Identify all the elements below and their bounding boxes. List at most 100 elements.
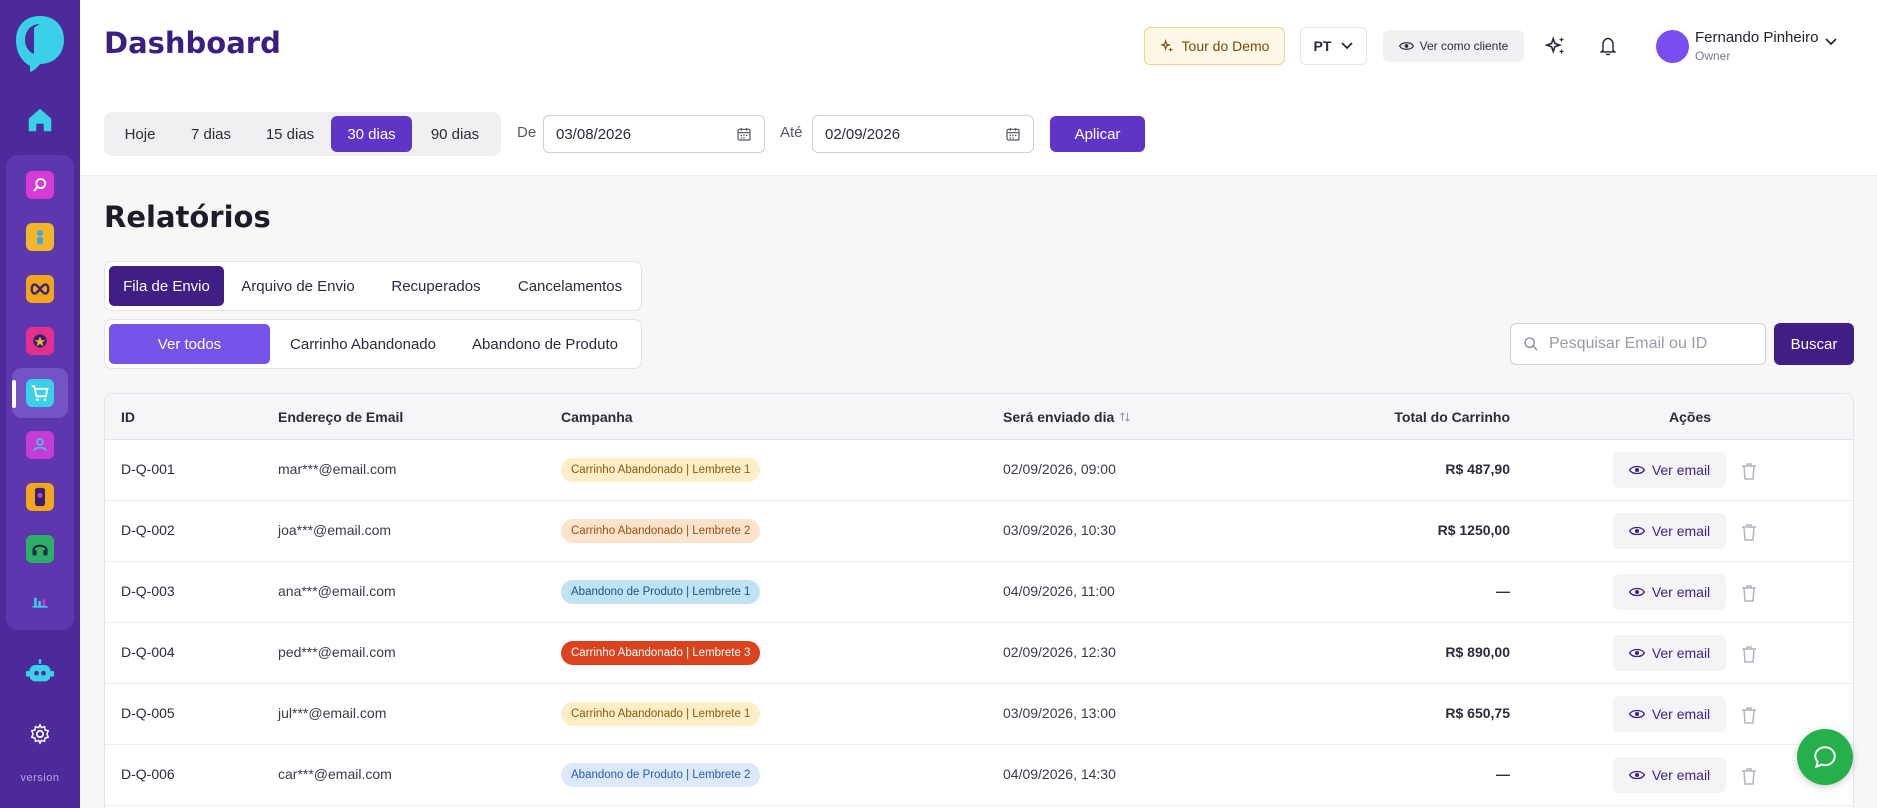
- language-label: PT: [1313, 38, 1332, 54]
- view-email-label: Ver email: [1651, 523, 1711, 539]
- view-email-label: Ver email: [1651, 584, 1711, 600]
- search-button[interactable]: Buscar: [1774, 323, 1854, 365]
- table-row: D-Q-002 joa***@email.com Carrinho Abando…: [105, 501, 1853, 562]
- trash-icon[interactable]: [1741, 645, 1757, 663]
- row-id: D-Q-001: [121, 461, 175, 477]
- language-select[interactable]: PT: [1300, 27, 1367, 65]
- gear-icon: [30, 723, 50, 745]
- table-row: D-Q-001 mar***@email.com Carrinho Abando…: [105, 440, 1853, 501]
- campaign-badge: Carrinho Abandonado | Lembrete 1: [561, 458, 761, 482]
- nav-search[interactable]: [25, 170, 55, 200]
- campaign-badge: Abandono de Produto | Lembrete 1: [561, 580, 761, 604]
- range-90-days[interactable]: 90 dias: [414, 116, 496, 152]
- row-cart-total: R$ 487,90: [1445, 461, 1510, 477]
- from-label: De: [517, 124, 537, 141]
- to-date-value: 02/09/2026: [825, 125, 901, 143]
- row-id: D-Q-006: [121, 766, 175, 782]
- row-cart-total: R$ 650,75: [1445, 705, 1510, 721]
- table-header: ID Endereço de Email Campanha Será envia…: [105, 394, 1853, 440]
- row-send-date: 03/09/2026, 13:00: [1003, 705, 1116, 721]
- row-cart-total: R$ 890,00: [1445, 644, 1510, 660]
- view-email-button[interactable]: Ver email: [1613, 757, 1726, 793]
- search-input[interactable]: Pesquisar Email ou ID: [1510, 323, 1766, 365]
- ai-button[interactable]: [1542, 32, 1570, 60]
- trash-icon[interactable]: [1741, 523, 1757, 541]
- column-cart-total: Total do Carrinho: [1394, 409, 1510, 425]
- notifications-button[interactable]: [1594, 32, 1622, 60]
- view-email-button[interactable]: Ver email: [1613, 452, 1726, 488]
- trash-icon[interactable]: [1741, 584, 1757, 602]
- view-email-button[interactable]: Ver email: [1613, 635, 1726, 671]
- view-email-label: Ver email: [1651, 462, 1711, 478]
- apply-button[interactable]: Aplicar: [1050, 116, 1145, 152]
- view-email-label: Ver email: [1651, 767, 1711, 783]
- sort-icon: [1120, 412, 1131, 422]
- range-today[interactable]: Hoje: [108, 116, 172, 152]
- user-icon: [26, 431, 54, 459]
- calendar-icon: [737, 128, 751, 141]
- view-email-button[interactable]: Ver email: [1613, 513, 1726, 549]
- user-name[interactable]: Fernando Pinheiro: [1695, 29, 1818, 46]
- view-email-button[interactable]: Ver email: [1613, 696, 1726, 732]
- column-campaign: Campanha: [561, 409, 633, 425]
- chat-button[interactable]: [1797, 729, 1853, 785]
- eye-icon: [1628, 465, 1645, 475]
- trash-icon[interactable]: [1741, 767, 1757, 785]
- from-date-field[interactable]: 03/08/2026: [543, 115, 765, 153]
- nav-person[interactable]: [25, 222, 55, 252]
- view-email-button[interactable]: Ver email: [1613, 574, 1726, 610]
- eye-icon: [1398, 42, 1414, 50]
- nav-infinity[interactable]: [25, 274, 55, 304]
- tab-send-archive[interactable]: Arquivo de Envio: [227, 266, 369, 306]
- table-row: D-Q-005 jul***@email.com Carrinho Abando…: [105, 684, 1853, 745]
- table-row: D-Q-006 car***@email.com Abandono de Pro…: [105, 745, 1853, 806]
- phone-icon: [26, 483, 54, 511]
- row-send-date: 03/09/2026, 10:30: [1003, 522, 1116, 538]
- star-icon: [26, 327, 54, 355]
- view-as-client-button[interactable]: Ver como cliente: [1383, 30, 1524, 62]
- nav-robot[interactable]: [24, 656, 56, 688]
- row-email: ped***@email.com: [278, 644, 396, 660]
- campaign-badge: Carrinho Abandonado | Lembrete 2: [561, 519, 761, 543]
- tour-button[interactable]: Tour do Demo: [1144, 27, 1285, 65]
- infinity-icon: [26, 275, 54, 303]
- row-email: jul***@email.com: [278, 705, 387, 721]
- filter-all[interactable]: Ver todos: [109, 324, 270, 364]
- filter-product-abandon[interactable]: Abandono de Produto: [455, 324, 635, 364]
- column-send-date[interactable]: Será enviado dia: [1003, 409, 1131, 425]
- nav-cart[interactable]: [12, 368, 68, 418]
- tab-cancellations[interactable]: Cancelamentos: [503, 266, 637, 306]
- row-cart-total: —: [1496, 583, 1510, 599]
- nav-settings[interactable]: [24, 718, 56, 750]
- row-send-date: 02/09/2026, 12:30: [1003, 644, 1116, 660]
- range-7-days[interactable]: 7 dias: [174, 116, 248, 152]
- row-id: D-Q-005: [121, 705, 175, 721]
- row-email: joa***@email.com: [278, 522, 392, 538]
- row-cart-total: —: [1496, 766, 1510, 782]
- table-row: D-Q-003 ana***@email.com Abandono de Pro…: [105, 562, 1853, 623]
- trash-icon[interactable]: [1741, 462, 1757, 480]
- version-label: version: [20, 772, 60, 784]
- robot-icon: [26, 659, 54, 682]
- avatar[interactable]: [1656, 30, 1689, 63]
- section-title: Relatórios: [104, 200, 271, 234]
- tab-recovered[interactable]: Recuperados: [371, 266, 501, 306]
- campaign-badge: Abandono de Produto | Lembrete 2: [561, 763, 761, 787]
- chevron-down-icon[interactable]: [1825, 38, 1837, 46]
- nav-home[interactable]: [24, 104, 56, 136]
- person-icon: [26, 223, 54, 251]
- trash-icon[interactable]: [1741, 706, 1757, 724]
- tab-send-queue[interactable]: Fila de Envio: [109, 266, 224, 306]
- to-date-field[interactable]: 02/09/2026: [812, 115, 1034, 153]
- home-icon: [28, 108, 52, 132]
- calendar-icon: [1006, 128, 1020, 141]
- nav-reports[interactable]: [25, 586, 55, 616]
- nav-support[interactable]: [25, 534, 55, 564]
- column-id: ID: [121, 409, 135, 425]
- nav-user[interactable]: [25, 430, 55, 460]
- nav-star[interactable]: [25, 326, 55, 356]
- filter-abandoned-cart[interactable]: Carrinho Abandonado: [273, 324, 453, 364]
- nav-phone[interactable]: [25, 482, 55, 512]
- range-15-days[interactable]: 15 dias: [250, 116, 330, 152]
- range-30-days[interactable]: 30 dias: [331, 116, 412, 152]
